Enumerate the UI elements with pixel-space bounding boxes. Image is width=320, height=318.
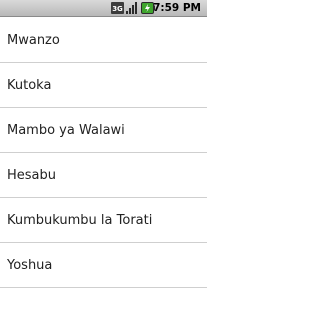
- list-item-label: Mambo ya Walawi: [7, 122, 125, 138]
- list-item[interactable]: Mwanzo: [0, 18, 207, 63]
- list-item-label: Yoshua: [7, 257, 53, 273]
- status-bar: 3G 7:59 PM: [0, 0, 207, 17]
- list-item[interactable]: Yoshua: [0, 243, 207, 288]
- list-item[interactable]: Hesabu: [0, 153, 207, 198]
- list-item[interactable]: Mambo ya Walawi: [0, 108, 207, 153]
- list-item-label: Kutoka: [7, 77, 52, 93]
- list-item[interactable]: [0, 288, 207, 318]
- svg-text:3G: 3G: [112, 5, 123, 13]
- list-item-label: Kumbukumbu la Torati: [7, 212, 153, 228]
- list-item[interactable]: Kumbukumbu la Torati: [0, 198, 207, 243]
- book-list[interactable]: Mwanzo Kutoka Mambo ya Walawi Hesabu Kum…: [0, 18, 207, 318]
- list-item-label: Mwanzo: [7, 32, 60, 48]
- 3g-icon: 3G: [111, 2, 124, 14]
- status-time: 7:59 PM: [153, 2, 201, 14]
- list-item-label: Hesabu: [7, 167, 57, 183]
- signal-icon: [126, 2, 137, 14]
- list-item[interactable]: Kutoka: [0, 63, 207, 108]
